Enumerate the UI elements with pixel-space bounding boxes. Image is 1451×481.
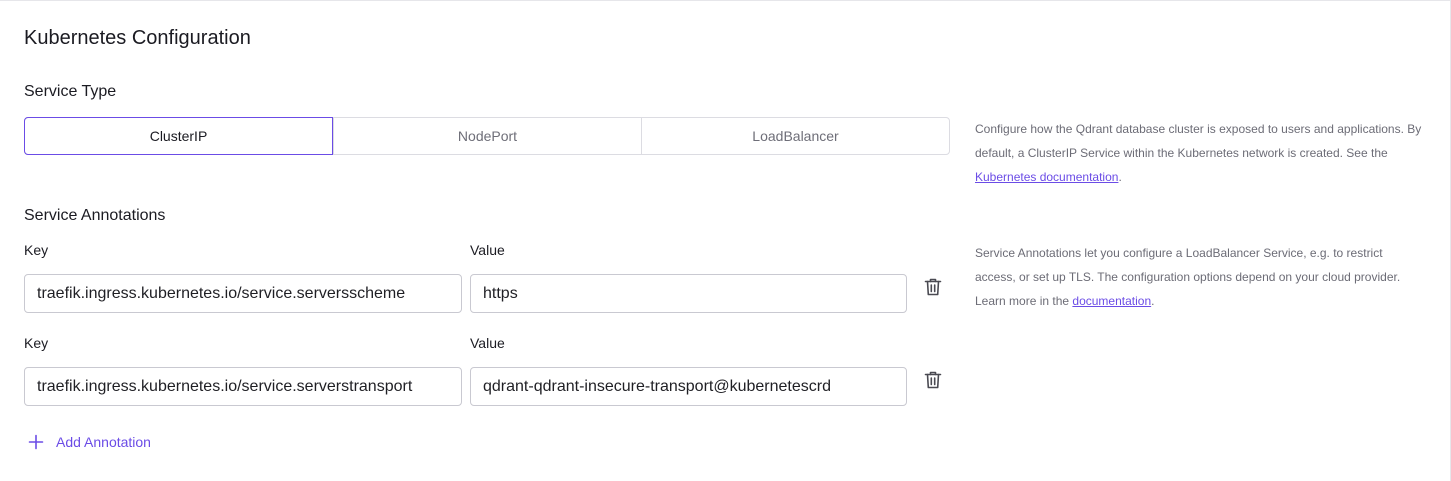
annotations-help-text: Service Annotations let you configure a … <box>975 246 1401 308</box>
service-type-help: Configure how the Qdrant database cluste… <box>975 117 1425 189</box>
annotation-value-label: Value <box>470 335 505 351</box>
service-type-help-text: Configure how the Qdrant database cluste… <box>975 122 1422 160</box>
annotations-help-end: . <box>1151 294 1155 308</box>
annotations-help: Service Annotations let you configure a … <box>975 241 1425 313</box>
annotation-value-input[interactable] <box>470 367 907 406</box>
add-annotation-label: Add Annotation <box>56 434 151 450</box>
service-type-clusterip[interactable]: ClusterIP <box>24 117 333 155</box>
service-type-loadbalancer[interactable]: LoadBalancer <box>641 118 949 154</box>
annotation-key-input[interactable] <box>24 367 462 406</box>
page-title: Kubernetes Configuration <box>24 27 251 49</box>
annotation-key-input[interactable] <box>24 274 462 313</box>
plus-icon <box>28 434 44 450</box>
annotation-value-label: Value <box>470 242 505 258</box>
annotation-value-input[interactable] <box>470 274 907 313</box>
service-type-selector: ClusterIP NodePort LoadBalancer <box>24 117 950 155</box>
annotation-key-label: Key <box>24 242 49 258</box>
service-type-label: Service Type <box>24 83 117 100</box>
trash-icon[interactable] <box>922 368 944 392</box>
documentation-link[interactable]: documentation <box>1072 294 1151 308</box>
kubernetes-config-card: Kubernetes Configuration Service Type Cl… <box>0 0 1451 481</box>
service-type-help-end: . <box>1118 170 1122 184</box>
trash-icon[interactable] <box>922 275 944 299</box>
add-annotation-button[interactable]: Add Annotation <box>28 434 151 450</box>
kubernetes-docs-link[interactable]: Kubernetes documentation <box>975 170 1118 184</box>
service-annotations-label: Service Annotations <box>24 207 166 224</box>
annotation-key-label: Key <box>24 335 49 351</box>
service-type-nodeport[interactable]: NodePort <box>333 118 641 154</box>
